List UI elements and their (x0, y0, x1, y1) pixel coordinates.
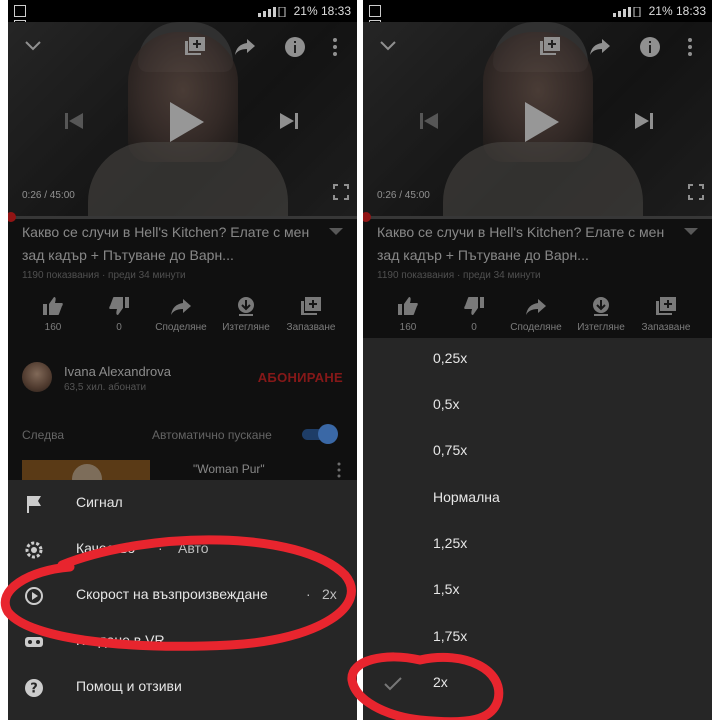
separator-dot: · (306, 586, 311, 602)
speed-option-1.5x[interactable]: 1,5x (363, 569, 712, 615)
speed-option-1.25x[interactable]: 1,25x (363, 523, 712, 569)
vr-icon (25, 637, 43, 647)
speed-label: 1,75x (433, 628, 468, 644)
dim-overlay[interactable] (8, 22, 357, 480)
menu-label-vr: Гледане в VR (76, 632, 165, 648)
options-menu: Сигнал Качество · Авто Скорост на възпро… (8, 480, 357, 720)
speed-option-1.75x[interactable]: 1,75x (363, 616, 712, 662)
svg-text:?: ? (30, 682, 38, 697)
menu-label-playback-speed: Скорост на възпроизвеждане (76, 586, 268, 602)
menu-label-report: Сигнал (76, 494, 123, 510)
checkmark-icon (384, 677, 402, 691)
menu-item-playback-speed[interactable]: Скорост на възпроизвеждане · 2x (8, 572, 357, 618)
speed-label: 1,25x (433, 535, 468, 551)
speed-label: Нормална (433, 489, 500, 505)
notification-icons (369, 5, 395, 32)
notification-icons (14, 5, 40, 32)
flag-icon (27, 496, 41, 513)
speed-option-2x[interactable]: 2x (363, 662, 712, 708)
status-bar: 21% 18:33 (363, 0, 712, 32)
speed-option-0.5x[interactable]: 0,5x (363, 384, 712, 430)
help-icon: ? (25, 679, 43, 697)
status-bar: 21% 18:33 (8, 0, 357, 32)
clock: 18:33 (320, 4, 351, 18)
speed-label: 0,25x (433, 350, 468, 366)
signal-icon (613, 6, 641, 17)
speed-label: 1,5x (433, 581, 460, 597)
battery-level: 21% (293, 4, 318, 18)
clock: 18:33 (675, 4, 706, 18)
menu-label-quality: Качество (76, 540, 136, 556)
status-right: 21% 18:33 (258, 4, 351, 18)
menu-item-quality[interactable]: Качество · Авто (8, 526, 357, 572)
dim-overlay[interactable] (363, 22, 712, 338)
left-screen: 21% 18:33 0:26 / 45:00 Какво се случи в … (8, 0, 357, 720)
playback-speed-icon (25, 587, 43, 605)
playback-speed-menu: 0,25x 0,5x 0,75x Нормална 1,25x 1,5x 1,7… (363, 338, 712, 720)
gear-icon (25, 541, 43, 559)
menu-item-report[interactable]: Сигнал (8, 480, 357, 526)
menu-value-quality: Авто (178, 540, 209, 556)
menu-item-vr[interactable]: Гледане в VR (8, 618, 357, 664)
status-right: 21% 18:33 (613, 4, 706, 18)
speed-option-0.75x[interactable]: 0,75x (363, 430, 712, 476)
speed-option-0.25x[interactable]: 0,25x (363, 338, 712, 384)
signal-icon (258, 6, 286, 17)
battery-level: 21% (648, 4, 673, 18)
separator-dot: · (158, 540, 163, 556)
right-screen: 21% 18:33 0:26 / 45:00 Какво се случи в … (363, 0, 712, 720)
menu-label-help: Помощ и отзиви (76, 678, 182, 694)
speed-option-normal[interactable]: Нормална (363, 477, 712, 523)
speed-label: 0,5x (433, 396, 460, 412)
menu-item-help[interactable]: ? Помощ и отзиви (8, 664, 357, 710)
speed-label: 2x (433, 674, 448, 690)
speed-label: 0,75x (433, 442, 468, 458)
menu-value-playback-speed: 2x (322, 586, 337, 602)
